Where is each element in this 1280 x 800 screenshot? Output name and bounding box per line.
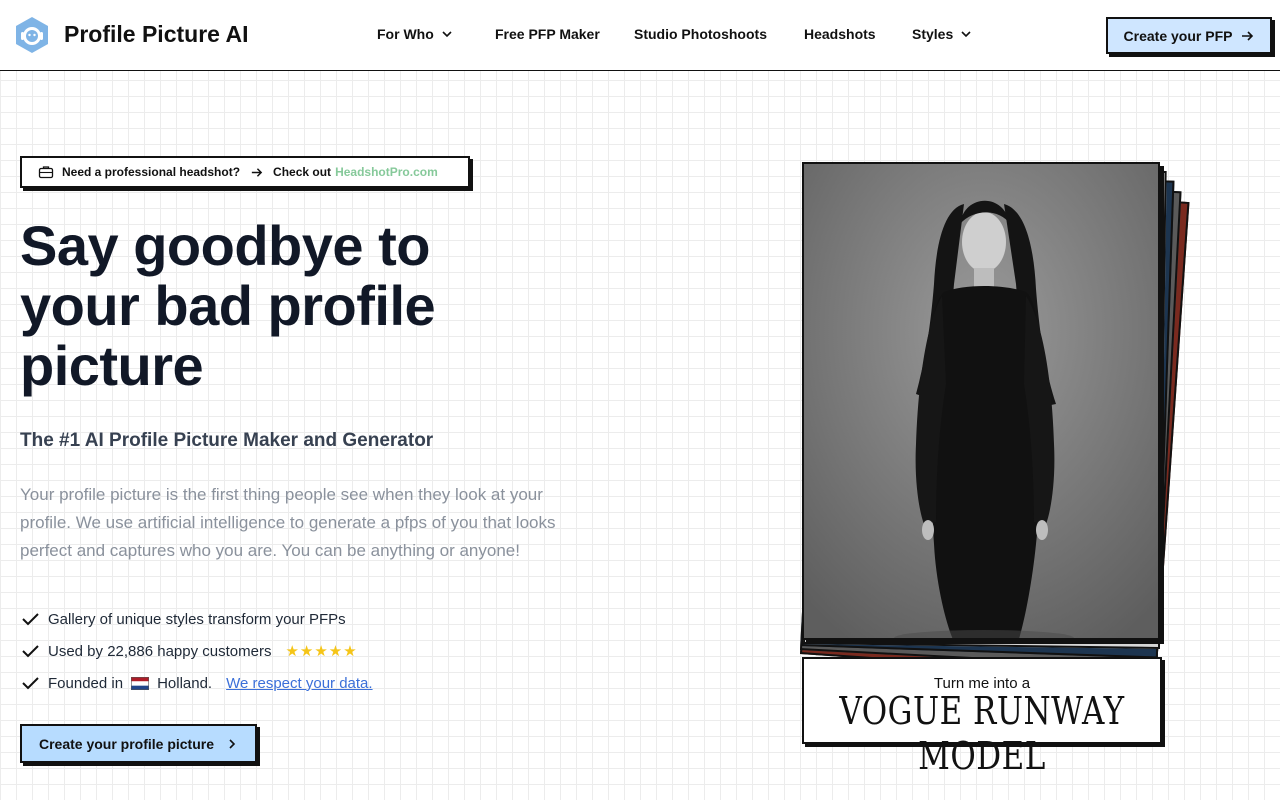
checkmark-icon xyxy=(22,645,39,658)
nav-item-studio-photoshoots[interactable]: Studio Photoshoots xyxy=(634,26,767,42)
checkmark-icon xyxy=(22,613,39,626)
nav-item-label: Headshots xyxy=(804,26,876,42)
promo-site-link[interactable]: HeadshotPro.com xyxy=(335,165,438,179)
subheading: The #1 AI Profile Picture Maker and Gene… xyxy=(20,430,434,451)
feature-place: Holland. xyxy=(157,674,213,692)
nav-item-label: Studio Photoshoots xyxy=(634,26,767,42)
nav-item-label: Styles xyxy=(912,26,954,42)
netherlands-flag-icon xyxy=(131,676,150,690)
create-pfp-label: Create your PFP xyxy=(1123,27,1233,44)
arrow-right-icon xyxy=(251,167,263,177)
briefcase-icon xyxy=(38,166,54,179)
checkmark-icon xyxy=(22,677,39,690)
headshot-promo-banner[interactable]: Need a professional headshot? Check out … xyxy=(20,156,470,188)
feature-item: Gallery of unique styles transform your … xyxy=(20,609,346,629)
caption-style-name: VOGUE RUNWAY MODEL xyxy=(839,689,1125,779)
nav-item-free-pfp-maker[interactable]: Free PFP Maker xyxy=(495,26,600,42)
nav-item-label: For Who xyxy=(377,26,434,42)
rating-stars: ★★★★★ xyxy=(285,643,358,660)
nav-item-for-who[interactable]: For Who xyxy=(377,26,454,42)
page-title: Say goodbye to your bad profile picture xyxy=(20,216,540,396)
feature-text: Founded in xyxy=(48,674,124,692)
chevron-down-icon xyxy=(961,31,971,38)
feature-item: Founded in Holland. We respect your data… xyxy=(20,673,373,693)
nav-item-headshots[interactable]: Headshots xyxy=(804,26,876,42)
feature-text: Gallery of unique styles transform your … xyxy=(48,610,346,628)
promo-check: Check out xyxy=(273,165,332,179)
headline-line: Say goodbye to xyxy=(20,214,430,277)
nav-item-styles[interactable]: Styles xyxy=(912,26,973,42)
model-silhouette-image xyxy=(804,164,1158,638)
chevron-right-icon xyxy=(229,738,236,749)
feature-item: Used by 22,886 happy customers ★★★★★ xyxy=(20,641,358,661)
headline-line: picture xyxy=(20,334,204,397)
logo-icon[interactable] xyxy=(13,16,51,54)
create-profile-picture-label: Create your profile picture xyxy=(38,735,215,752)
feature-text: Used by 22,886 happy customers xyxy=(48,642,272,660)
headline-line: your bad profile xyxy=(20,274,436,337)
style-caption-card: Turn me into a VOGUE RUNWAY MODEL xyxy=(802,657,1162,779)
privacy-link[interactable]: We respect your data. xyxy=(226,675,372,692)
brand-name[interactable]: Profile Picture AI xyxy=(64,21,248,48)
promo-question: Need a professional headshot? xyxy=(62,165,241,179)
chevron-down-icon xyxy=(442,31,452,38)
arrow-right-icon xyxy=(1242,30,1254,41)
top-navigation: Profile Picture AI For Who Free PFP Make… xyxy=(0,0,1280,71)
showcase-photo xyxy=(802,162,1160,640)
nav-item-label: Free PFP Maker xyxy=(495,26,600,42)
create-pfp-button[interactable]: Create your PFP xyxy=(1106,17,1272,54)
create-profile-picture-button[interactable]: Create your profile picture xyxy=(20,724,257,763)
hero-description: Your profile picture is the first thing … xyxy=(20,485,556,560)
